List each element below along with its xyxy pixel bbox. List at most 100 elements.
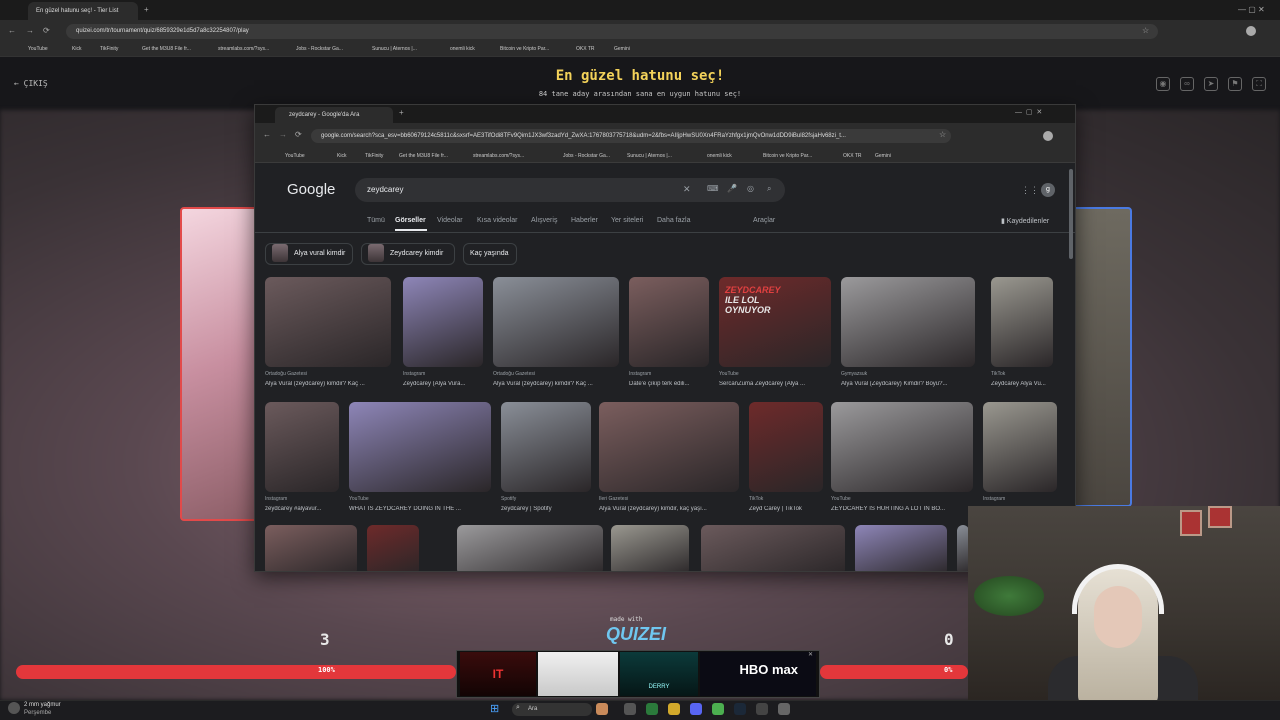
image-source[interactable]: Gymyazsuk: [841, 371, 975, 377]
google-tab-3[interactable]: Kısa videolar: [477, 217, 517, 224]
eye-icon[interactable]: ◉: [1156, 77, 1170, 91]
reload-icon[interactable]: ⟳: [43, 20, 50, 42]
google-tab-5[interactable]: Haberler: [571, 217, 598, 224]
bookmark-item[interactable]: streamlabs.com/?sys...: [218, 42, 269, 57]
quizei-logo[interactable]: QUIZEI: [606, 624, 666, 645]
new-tab-button[interactable]: +: [144, 0, 149, 20]
link-icon[interactable]: ∞: [1180, 77, 1194, 91]
taskbar-search[interactable]: Ara: [512, 703, 592, 716]
google-bookmark-star-icon[interactable]: ☆: [939, 130, 946, 139]
search-icon[interactable]: ⌕: [767, 184, 771, 194]
start-icon[interactable]: ⊞: [490, 702, 499, 715]
image-source[interactable]: YouTube: [831, 496, 973, 502]
google-tab-1[interactable]: Görseller: [395, 217, 426, 224]
weather-icon[interactable]: [8, 702, 20, 714]
image-source[interactable]: TikTok: [991, 371, 1053, 377]
google-tab-6[interactable]: Yer siteleri: [611, 217, 643, 224]
image-result[interactable]: [701, 525, 845, 571]
app-icon[interactable]: [596, 703, 608, 715]
google-bookmark-item[interactable]: Kick: [337, 149, 346, 163]
image-result[interactable]: [831, 402, 973, 492]
apps-grid-icon[interactable]: ⋮⋮: [1021, 185, 1039, 196]
image-caption[interactable]: Alya Vural (Zeydcarey) Kimdir? Boyu?...: [841, 381, 975, 387]
chrome-icon[interactable]: [646, 703, 658, 715]
google-bookmark-item[interactable]: YouTube: [285, 149, 305, 163]
image-caption[interactable]: ZEYDCAREY IS HURTING A LOT IN BO...: [831, 506, 973, 512]
ad-close-icon[interactable]: ✕: [808, 651, 813, 658]
suggestion-chip[interactable]: Alya vural kimdir: [265, 243, 353, 265]
image-source[interactable]: TikTok: [749, 496, 823, 502]
image-source[interactable]: Instagram: [983, 496, 1057, 502]
hbo-max-logo[interactable]: HBO max: [700, 652, 816, 696]
browser-tab[interactable]: En güzel hatunu seç! - Tier List: [28, 2, 138, 20]
flag-icon[interactable]: ⚑: [1228, 77, 1242, 91]
google-bookmark-item[interactable]: TikFinity: [365, 149, 383, 163]
google-back-icon[interactable]: ←: [263, 130, 271, 139]
google-forward-icon[interactable]: →: [279, 130, 287, 139]
fullscreen-icon[interactable]: ⛶: [1252, 77, 1266, 91]
image-result[interactable]: [855, 525, 947, 571]
google-new-tab-button[interactable]: +: [399, 108, 404, 117]
tools-button[interactable]: Araçlar: [753, 217, 775, 224]
google-bookmark-item[interactable]: Bitcoin ve Kripto Par...: [763, 149, 812, 163]
mic-icon[interactable]: 🎤: [727, 184, 737, 193]
image-source[interactable]: Instagram: [629, 371, 709, 377]
image-caption[interactable]: SercanZuma Zeydcarey (Alya ...: [719, 381, 831, 387]
bookmark-item[interactable]: TikFinity: [100, 42, 118, 57]
suggestion-chip[interactable]: Kaç yaşında: [463, 243, 517, 265]
image-caption[interactable]: zeydcarey #alyavur...: [265, 506, 339, 512]
google-tab-4[interactable]: Alışveriş: [531, 217, 557, 224]
image-source[interactable]: Spotify: [501, 496, 591, 502]
google-bookmark-item[interactable]: Jobs - Rockstar Ga...: [563, 149, 610, 163]
image-caption[interactable]: Alya Vural (zeydcarey) kimdir? Kaç ...: [265, 381, 391, 387]
bookmark-item[interactable]: Kick: [72, 42, 81, 57]
bookmark-item[interactable]: Get the M3U8 File fr...: [142, 42, 191, 57]
ad-tile-it[interactable]: IT: [460, 652, 536, 696]
obs-icon[interactable]: [756, 703, 768, 715]
image-result[interactable]: [599, 402, 739, 492]
clear-search-icon[interactable]: ✕: [683, 184, 691, 195]
ad-tile-poster[interactable]: [538, 652, 618, 696]
image-source[interactable]: Ortadoğu Gazetesi: [265, 371, 391, 377]
bookmark-item[interactable]: Sunucu | Aternos |...: [372, 42, 417, 57]
google-profile-avatar[interactable]: [1043, 131, 1053, 141]
address-bar[interactable]: quizei.com/tr/tournament/quiz/6859329e1d…: [66, 24, 1158, 39]
profile-avatar[interactable]: [1246, 26, 1256, 36]
image-result[interactable]: [457, 525, 603, 571]
google-reload-icon[interactable]: ⟳: [295, 130, 302, 139]
explorer-icon[interactable]: [668, 703, 680, 715]
bookmark-item[interactable]: OKX TR: [576, 42, 595, 57]
image-result[interactable]: [403, 277, 483, 367]
google-bookmark-item[interactable]: Get the M3U8 File fr...: [399, 149, 448, 163]
window-controls[interactable]: — ▢ ✕: [1238, 0, 1265, 20]
image-source[interactable]: YouTube: [349, 496, 491, 502]
image-result[interactable]: [265, 402, 339, 492]
image-result[interactable]: [983, 402, 1057, 492]
google-tab[interactable]: zeydcarey - Google'da Ara: [275, 107, 393, 123]
bookmark-item[interactable]: Bitcoin ve Kripto Par...: [500, 42, 549, 57]
forward-icon[interactable]: →: [26, 20, 34, 42]
bookmark-item[interactable]: Jobs - Rockstar Ga...: [296, 42, 343, 57]
google-bookmark-item[interactable]: Sunucu | Aternos |...: [627, 149, 672, 163]
image-source[interactable]: Instagram: [403, 371, 483, 377]
scrollbar[interactable]: [1069, 169, 1073, 259]
steam-icon[interactable]: [734, 703, 746, 715]
google-address-bar[interactable]: google.com/search?sca_esv=bb60679124c581…: [311, 129, 951, 143]
image-source[interactable]: Ortadoğu Gazetesi: [493, 371, 619, 377]
google-bookmark-item[interactable]: onemli kick: [707, 149, 732, 163]
image-caption[interactable]: Zeyd Carey | TikTok: [749, 506, 823, 512]
google-window-controls[interactable]: — ▢ ✕: [1015, 108, 1042, 116]
image-caption[interactable]: Date'e çıkıp terk edili...: [629, 381, 709, 387]
right-candidate-photo[interactable]: [1072, 207, 1132, 507]
discord-icon[interactable]: [690, 703, 702, 715]
lens-icon[interactable]: ◎: [747, 184, 754, 193]
google-bookmark-item[interactable]: streamlabs.com/?sys...: [473, 149, 524, 163]
bookmark-item[interactable]: onemli kick: [450, 42, 475, 57]
google-tab-7[interactable]: Daha fazla: [657, 217, 690, 224]
google-bookmark-item[interactable]: OKX TR: [843, 149, 862, 163]
weather-widget[interactable]: 2 mm yağmur Perşembe: [24, 701, 61, 717]
image-result[interactable]: [749, 402, 823, 492]
image-caption[interactable]: Zeydcarey Alya Vu...: [991, 381, 1053, 387]
google-tab-2[interactable]: Videolar: [437, 217, 463, 224]
image-source[interactable]: Instagram: [265, 496, 339, 502]
